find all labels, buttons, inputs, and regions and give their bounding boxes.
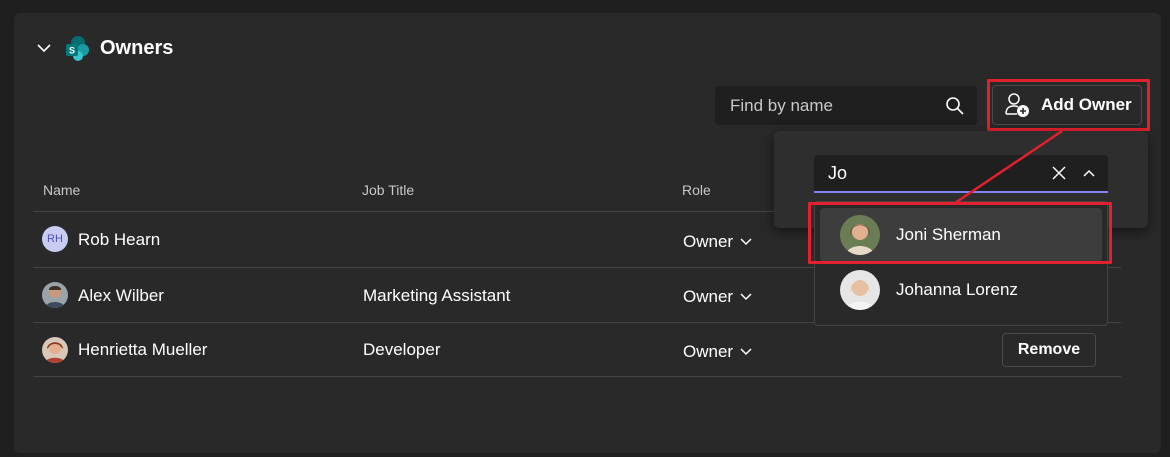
chevron-up-icon[interactable] — [1082, 166, 1096, 180]
remove-button[interactable]: Remove — [1002, 333, 1096, 367]
owner-name: Henrietta Mueller — [78, 340, 208, 359]
collapse-chevron-icon[interactable] — [34, 38, 54, 58]
column-header-job-title: Job Title — [362, 182, 415, 198]
column-header-role: Role — [682, 182, 711, 198]
section-title: Owners — [100, 36, 174, 59]
clear-icon[interactable] — [1052, 166, 1066, 180]
people-picker-input[interactable]: Jo — [814, 155, 1108, 193]
role-value: Owner — [683, 342, 734, 361]
row-divider — [33, 376, 1121, 377]
picker-query: Jo — [828, 162, 848, 183]
svg-text:S: S — [69, 46, 75, 56]
owner-job-title: Marketing Assistant — [363, 286, 511, 305]
chevron-down-icon — [740, 238, 752, 246]
role-dropdown[interactable]: Owner — [683, 232, 753, 252]
section-header: S Owners — [34, 34, 173, 62]
suggestion-list: Joni Sherman Johanna Lorenz — [814, 201, 1108, 326]
role-dropdown[interactable]: Owner — [683, 342, 753, 362]
avatar — [42, 337, 68, 363]
sharepoint-icon: S — [66, 36, 89, 61]
column-header-name: Name — [43, 182, 81, 198]
avatar: RH — [42, 226, 68, 252]
avatar — [42, 282, 68, 308]
role-value: Owner — [683, 287, 734, 306]
chevron-down-icon — [740, 293, 752, 301]
chevron-down-icon — [740, 348, 752, 356]
suggestion-item[interactable]: Johanna Lorenz — [820, 263, 1102, 317]
suggestion-name: Joni Sherman — [896, 225, 1001, 244]
owner-job-title: Developer — [363, 340, 441, 359]
find-by-name-search[interactable]: Find by name — [715, 86, 977, 125]
role-dropdown[interactable]: Owner — [683, 287, 753, 307]
table-row: Henrietta Mueller Developer Owner Remove — [33, 323, 1121, 377]
add-owner-button[interactable]: Add Owner — [992, 85, 1142, 125]
suggestion-item[interactable]: Joni Sherman — [820, 208, 1102, 262]
avatar — [840, 270, 880, 310]
add-owner-label: Add Owner — [1041, 95, 1132, 114]
suggestion-name: Johanna Lorenz — [896, 280, 1018, 299]
add-person-icon — [1005, 93, 1029, 117]
avatar — [840, 215, 880, 255]
search-placeholder: Find by name — [730, 95, 833, 115]
owner-name: Alex Wilber — [78, 286, 164, 305]
role-value: Owner — [683, 232, 734, 251]
search-icon — [946, 96, 964, 115]
owner-name: Rob Hearn — [78, 230, 161, 249]
